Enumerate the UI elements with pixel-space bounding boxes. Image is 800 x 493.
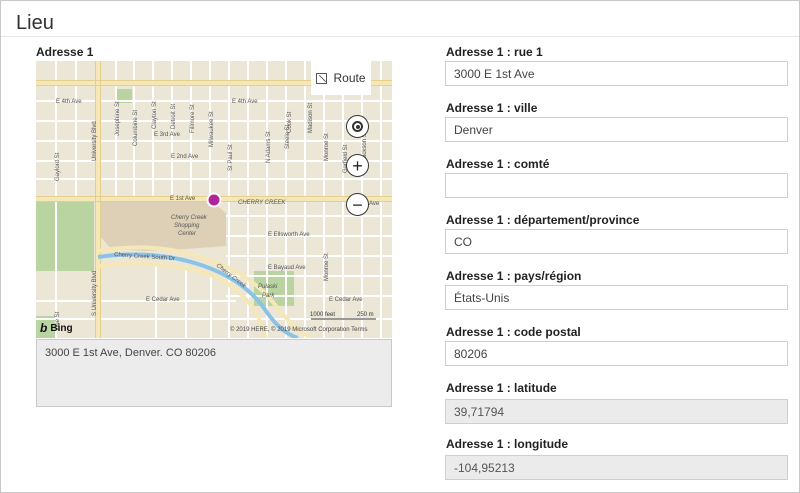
county-label: Adresse 1 : comté (446, 157, 550, 171)
street-label: E Bayaud Ave (268, 265, 306, 271)
minus-icon: − (352, 194, 363, 215)
route-button-label: Route (333, 71, 366, 85)
street1-label: Adresse 1 : rue 1 (446, 45, 543, 59)
route-button[interactable]: Route (311, 61, 371, 95)
street-label: Park (262, 293, 275, 299)
plus-icon: + (352, 155, 363, 176)
location-pin-icon (206, 192, 222, 208)
street-label: Shopping (174, 223, 200, 229)
city-input[interactable]: Denver (445, 117, 788, 142)
street-label: Milwaukee St (209, 111, 215, 147)
postal-code-label: Adresse 1 : code postal (446, 325, 581, 339)
street-label: Pulaski (258, 284, 278, 290)
street-label: Detroit St (171, 104, 177, 129)
longitude-input[interactable]: -104,95213 (445, 455, 788, 480)
street-label: E 3rd Ave (154, 132, 181, 138)
street-label: S University Blvd (92, 271, 98, 316)
street-label: University Blvd (92, 121, 98, 161)
street-label: E 2nd Ave (171, 154, 199, 160)
street-label: Gaylord St (55, 152, 61, 181)
street-label: Monroe St (324, 253, 330, 281)
bing-label: Bing (50, 322, 73, 334)
country-input[interactable]: États-Unis (445, 285, 788, 310)
street-label: Columbine St (133, 110, 139, 146)
street-label: Fillmore St (190, 104, 196, 133)
zoom-out-button[interactable]: − (346, 193, 369, 216)
street-label: E Cedar Ave (146, 297, 180, 303)
street-label: N Adams St (266, 131, 272, 163)
shopping-center (100, 201, 226, 251)
scale-feet: 1000 feet (310, 312, 336, 318)
directions-icon (316, 72, 328, 84)
street-label: CHERRY CREEK (238, 200, 286, 206)
park-area (36, 196, 94, 271)
postal-code-input[interactable]: 80206 (445, 341, 788, 366)
street-label: Monroe St (324, 133, 330, 161)
street-label: Madison St (308, 103, 314, 133)
longitude-label: Adresse 1 : longitude (446, 437, 569, 451)
section-divider (1, 36, 799, 37)
street-label: Clayton St (152, 101, 158, 129)
map-label: Adresse 1 (36, 45, 94, 59)
map-canvas[interactable]: E 4th Ave E 4th Ave E 3rd Ave E 2nd Ave … (36, 61, 392, 338)
street-label: St Paul St (228, 144, 234, 171)
country-label: Adresse 1 : pays/région (446, 269, 582, 283)
map-address-textbox[interactable]: 3000 E 1st Ave, Denver. CO 80206 (36, 339, 392, 407)
street-label: E 1st Ave (170, 196, 196, 202)
latitude-input[interactable]: 39,71794 (445, 399, 788, 424)
street-label: Center (178, 231, 197, 237)
city-label: Adresse 1 : ville (446, 101, 538, 115)
map-copyright[interactable]: © 2019 HERE, © 2019 Microsoft Corporatio… (230, 327, 367, 333)
street-label: Ave (369, 201, 380, 207)
map-view[interactable]: E 4th Ave E 4th Ave E 3rd Ave E 2nd Ave … (36, 61, 392, 338)
locate-icon (352, 121, 363, 132)
zoom-in-button[interactable]: + (346, 154, 369, 177)
street1-input[interactable]: 3000 E 1st Ave (445, 61, 788, 86)
scale-meters: 250 m (357, 312, 374, 318)
street-label: E Ellsworth Ave (268, 232, 310, 238)
street-label: E 4th Ave (232, 99, 258, 105)
street-label: E Cedar Ave (329, 297, 363, 303)
street-label: Cook St (287, 111, 293, 133)
state-input[interactable]: CO (445, 229, 788, 254)
section-title: Lieu (16, 12, 54, 34)
street-label: E 4th Ave (56, 99, 82, 105)
latitude-label: Adresse 1 : latitude (446, 381, 557, 395)
street-label: Cherry Creek (171, 215, 208, 221)
bing-logo: b Bing (40, 321, 73, 335)
street-label: Josephine St (115, 101, 121, 136)
county-input[interactable] (445, 173, 788, 198)
state-label: Adresse 1 : département/province (446, 213, 640, 227)
bing-icon: b (40, 321, 48, 335)
locate-me-button[interactable] (346, 115, 369, 138)
